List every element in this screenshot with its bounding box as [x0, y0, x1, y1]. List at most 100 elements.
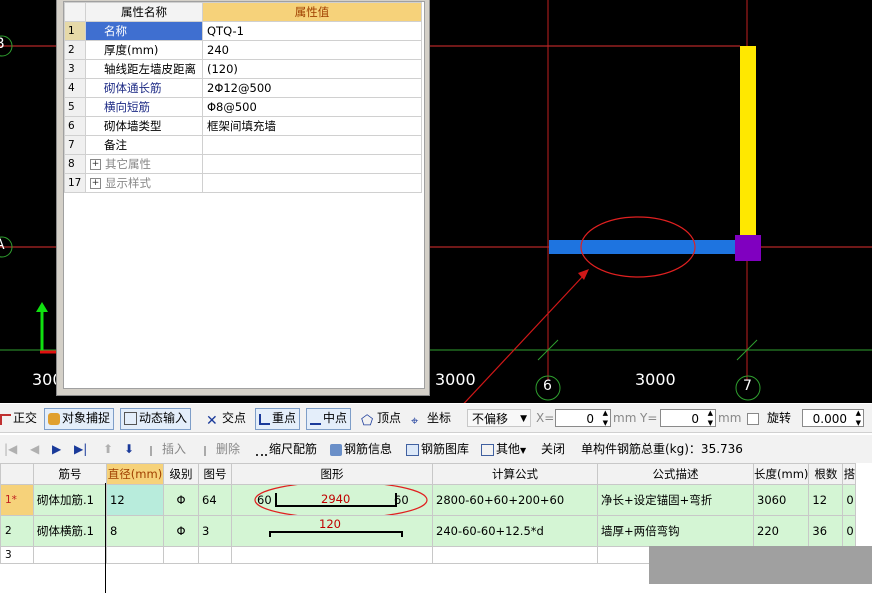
- grade-cell[interactable]: [163, 546, 199, 564]
- grade-cell[interactable]: Φ: [163, 484, 199, 516]
- grid-header-shape[interactable]: 图形: [231, 463, 433, 485]
- vertex-button[interactable]: ⬠ 顶点: [361, 408, 401, 428]
- grid-header-formula[interactable]: 计算公式: [432, 463, 598, 485]
- grid-header-length[interactable]: 长度(mm): [752, 463, 810, 485]
- property-header-num: [64, 2, 86, 22]
- coordinate-button[interactable]: ⌖ 坐标: [411, 408, 451, 429]
- midpoint-button[interactable]: 中点: [306, 408, 352, 430]
- ortho-button[interactable]: 正交: [0, 408, 37, 428]
- property-row[interactable]: 3 轴线距左墙皮距离 (120): [64, 59, 422, 79]
- expand-icon[interactable]: +: [90, 159, 101, 170]
- annotation-ellipse-bottom: [254, 485, 428, 515]
- figure-no-cell[interactable]: 64: [198, 484, 232, 516]
- perpendicular-button[interactable]: 重点: [255, 408, 301, 430]
- grid-header-formula-desc[interactable]: 公式描述: [597, 463, 754, 485]
- spinner-icon[interactable]: ▲ ▼: [856, 408, 861, 428]
- move-up-icon[interactable]: ⬆: [103, 439, 113, 459]
- grid-header-grade[interactable]: 级别: [163, 463, 199, 485]
- figure-no-cell[interactable]: 3: [198, 515, 232, 547]
- grid-header-lap[interactable]: 搭: [842, 463, 857, 485]
- x-input[interactable]: 0 ▲ ▼: [555, 409, 611, 427]
- grid-header-bar-no[interactable]: 筋号: [33, 463, 107, 485]
- ortho-label: 正交: [13, 411, 38, 425]
- lap-cell[interactable]: 0: [842, 515, 857, 547]
- shape-cell[interactable]: [231, 546, 433, 564]
- formula-desc-cell[interactable]: 墙厚+两倍弯钩: [597, 515, 754, 547]
- other-menu-button[interactable]: 其他▼: [481, 439, 526, 459]
- formula-cell[interactable]: 2800-60+60+200+60: [432, 484, 598, 516]
- figure-no-cell[interactable]: [198, 546, 232, 564]
- lap-cell[interactable]: 0: [842, 484, 857, 516]
- row-number: 7: [64, 135, 86, 155]
- intersect-button[interactable]: ✕ 交点: [206, 408, 246, 428]
- cad-canvas[interactable]: B A 6 7 3000 3000 3000 属性名称 属性值 1 名称 QTQ…: [0, 0, 872, 403]
- other-menu-label: 其他: [496, 442, 521, 456]
- property-row[interactable]: 6 砌体墙类型 框架间填充墙: [64, 116, 422, 136]
- diameter-cell[interactable]: 8: [106, 515, 164, 547]
- intersect-icon: ✕: [206, 413, 218, 429]
- grid-header-count[interactable]: 根数: [808, 463, 844, 485]
- grid-header-diameter[interactable]: 直径(mm): [106, 463, 164, 485]
- object-snap-button[interactable]: 对象捕捉: [44, 408, 115, 430]
- property-row[interactable]: 1 名称 QTQ-1: [64, 21, 422, 41]
- expand-icon[interactable]: +: [90, 178, 101, 189]
- property-value[interactable]: 框架间填充墙: [202, 116, 422, 136]
- prev-record-icon[interactable]: ◀: [30, 439, 39, 459]
- dropdown-arrow-icon: ▼: [520, 414, 527, 424]
- bar-no-cell[interactable]: 砌体横筋.1: [33, 515, 107, 547]
- row-number: 8: [64, 154, 86, 174]
- length-cell[interactable]: 220: [752, 515, 810, 547]
- property-value[interactable]: (120): [202, 59, 422, 79]
- rebar-info-button[interactable]: 钢筋信息: [330, 439, 392, 459]
- formula-cell[interactable]: 240-60-60+12.5*d: [432, 515, 598, 547]
- perpendicular-label: 重点: [272, 411, 297, 425]
- rotate-input[interactable]: 0.000 ▲ ▼: [802, 409, 864, 427]
- formula-cell[interactable]: [432, 546, 598, 564]
- property-row[interactable]: 5 横向短筋 Φ8@500: [64, 97, 422, 117]
- rotate-checkbox[interactable]: [747, 413, 759, 425]
- shape-cell[interactable]: 120: [231, 515, 433, 547]
- dynamic-input-button[interactable]: 动态输入: [120, 408, 192, 430]
- next-record-icon[interactable]: ▶: [52, 439, 61, 459]
- property-value[interactable]: [202, 135, 422, 155]
- property-value[interactable]: 2Φ12@500: [202, 78, 422, 98]
- diameter-cell[interactable]: 12: [106, 484, 164, 516]
- count-cell[interactable]: 12: [808, 484, 844, 516]
- snap-icon: [48, 413, 60, 425]
- property-row[interactable]: 2 厚度(mm) 240: [64, 40, 422, 60]
- property-value[interactable]: 240: [202, 40, 422, 60]
- last-record-icon[interactable]: ▶|: [74, 439, 87, 459]
- first-record-icon[interactable]: |◀: [4, 439, 17, 459]
- close-button[interactable]: 关闭: [541, 439, 565, 459]
- shape-cell[interactable]: 60 2940 60: [231, 484, 433, 516]
- scale-rebar-button[interactable]: 缩尺配筋: [256, 439, 317, 459]
- diameter-cell[interactable]: [106, 546, 164, 564]
- grade-cell[interactable]: Φ: [163, 515, 199, 547]
- property-group-name[interactable]: + 其它属性: [85, 154, 203, 174]
- table-row[interactable]: 1* 砌体加筋.1 12 Φ 64 60 2940 60 2800-60+60+…: [0, 484, 857, 516]
- property-group-row[interactable]: 17 + 显示样式: [64, 173, 422, 193]
- property-value[interactable]: Φ8@500: [202, 97, 422, 117]
- property-row[interactable]: 7 备注: [64, 135, 422, 155]
- property-value[interactable]: QTQ-1: [202, 21, 422, 41]
- property-row[interactable]: 4 砌体通长筋 2Φ12@500: [64, 78, 422, 98]
- move-down-icon[interactable]: ⬇: [124, 439, 134, 459]
- grid-header-figure-no[interactable]: 图号: [198, 463, 232, 485]
- delete-button[interactable]: 删除: [204, 439, 240, 459]
- bar-no-cell[interactable]: 砌体加筋.1: [33, 484, 107, 516]
- table-row[interactable]: 2 砌体横筋.1 8 Φ 3 120 240-60-60+12.5*d 墙厚+两…: [0, 515, 857, 547]
- formula-desc-cell[interactable]: 净长+设定锚固+弯折: [597, 484, 754, 516]
- count-cell[interactable]: 36: [808, 515, 844, 547]
- spinner-icon[interactable]: ▲ ▼: [603, 408, 608, 428]
- bar-no-cell[interactable]: [33, 546, 107, 564]
- length-cell[interactable]: 3060: [752, 484, 810, 516]
- spinner-icon[interactable]: ▲ ▼: [708, 408, 713, 428]
- property-group-name[interactable]: + 显示样式: [85, 173, 203, 193]
- rebar-library-button[interactable]: 钢筋图库: [406, 439, 469, 459]
- property-name: 横向短筋: [85, 97, 203, 117]
- offset-select[interactable]: 不偏移 ▼: [467, 409, 531, 427]
- y-input[interactable]: 0 ▲ ▼: [660, 409, 716, 427]
- insert-button[interactable]: 插入: [150, 439, 186, 459]
- property-group-row[interactable]: 8 + 其它属性: [64, 154, 422, 174]
- property-name: 砌体墙类型: [85, 116, 203, 136]
